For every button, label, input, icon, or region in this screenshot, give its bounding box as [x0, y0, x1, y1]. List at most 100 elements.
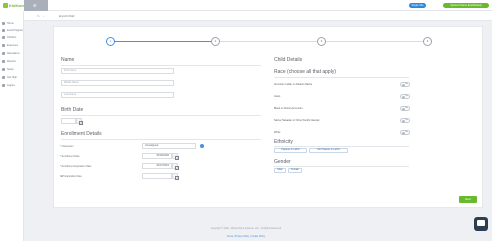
sidebar-item-food-program[interactable]: Food Program	[0, 27, 24, 34]
step-3[interactable]: 3	[317, 37, 326, 46]
child-details-title: Child Details	[274, 57, 303, 63]
sidebar-item-attendance[interactable]: Attendance	[0, 50, 24, 57]
sidebar-item-label: Food Program	[7, 29, 23, 32]
birth-date-field[interactable]	[61, 118, 76, 124]
race-toggle[interactable]: No	[400, 106, 410, 111]
sidebar-item-label: Expenses	[7, 44, 18, 47]
sidebar-item-label: Attendance	[7, 52, 20, 55]
enrollment-expiration-field[interactable]: 04/27/2021	[142, 163, 172, 169]
page-title: Enroll Child	[59, 14, 75, 18]
last-name-field[interactable]: Last Name	[61, 92, 174, 98]
stepper-line-3	[320, 41, 426, 42]
race-toggle[interactable]: No	[400, 130, 410, 135]
divider	[274, 146, 409, 147]
gender-female-button[interactable]: Female	[288, 168, 302, 173]
gear-icon: ⚙	[33, 3, 37, 8]
sidebar-item-expenses[interactable]: Expenses	[0, 42, 24, 49]
sidebar-item-label: Home	[7, 22, 14, 25]
toggle-label: No	[405, 119, 408, 121]
divider	[274, 166, 409, 167]
sidebar-item-home[interactable]: Home	[0, 20, 24, 27]
sidebar-item-label: Get Help	[7, 76, 17, 79]
calendar-icon[interactable]	[172, 163, 179, 170]
race-toggle[interactable]: No	[400, 94, 410, 99]
sidebar: Home Food Program Children Expenses Atte…	[0, 11, 24, 241]
race-option-label: American Indian or Alaskan Native	[274, 83, 313, 86]
menu-toggle-button[interactable]: ⚙	[24, 0, 48, 11]
calendar-icon[interactable]	[172, 153, 179, 160]
ethnicity-hispanic-button[interactable]: Hispanic or Latino	[274, 148, 307, 153]
breadcrumb-separator: ›	[43, 14, 44, 18]
gender-male-button[interactable]: Male	[274, 168, 286, 173]
race-option-label: Black or African American	[274, 107, 303, 110]
home-icon[interactable]: ⌂	[37, 14, 41, 18]
calendar-icon	[2, 52, 5, 55]
step-4[interactable]: 4	[423, 37, 432, 46]
help-icon	[2, 76, 5, 79]
enrollment-expiration-label: * Enrollment Expiration Date	[60, 165, 92, 168]
toggle-label: No	[405, 95, 408, 97]
sidebar-item-reports[interactable]: Reports	[0, 58, 24, 65]
enroll-child-card: 1 2 3 4 Name First Name Middle Name Last…	[53, 26, 483, 208]
children-icon	[2, 36, 5, 39]
race-option: White No	[274, 129, 414, 137]
race-option-label: White	[274, 131, 281, 134]
sidebar-item-label: Setup	[7, 68, 14, 71]
race-option: Asian No	[274, 93, 414, 101]
classroom-select[interactable]: Unassigned	[142, 143, 196, 149]
stepper-line-1	[112, 41, 217, 42]
sidebar-item-children[interactable]: Children	[0, 34, 24, 41]
enrollment-date-label: * Enrollment Date	[60, 155, 80, 158]
toggle-label: No	[405, 131, 408, 133]
sidebar-item-get-help[interactable]: Get Help	[0, 74, 24, 81]
enrollment-date-field[interactable]: 04/28/2020	[142, 153, 172, 159]
race-option: American Indian or Alaskan Native No	[274, 81, 414, 89]
step-1[interactable]: 1	[106, 37, 115, 46]
footer-links[interactable]: Terms | Privacy Policy | Cookie Policy	[0, 236, 492, 238]
divider	[274, 77, 409, 78]
kidkare-logo[interactable]: KidKare	[0, 0, 24, 11]
calendar-icon[interactable]	[76, 118, 83, 125]
footer-copyright: Copyright © 2020 - Minute Menu Systems, …	[210, 228, 282, 230]
toggle-label: No	[405, 107, 408, 109]
next-button[interactable]: Next	[459, 196, 477, 203]
race-option: Native Hawaiian or Other Pacific Islande…	[274, 117, 414, 125]
middle-name-field[interactable]: Middle Name	[61, 80, 174, 86]
info-icon[interactable]	[200, 144, 204, 148]
race-toggle[interactable]: No	[400, 118, 410, 123]
name-section-title: Name	[61, 57, 75, 63]
chat-icon[interactable]	[474, 217, 488, 231]
expenses-icon	[2, 44, 5, 47]
sidebar-item-label: Reports	[7, 60, 16, 63]
race-toggle[interactable]: No	[400, 82, 410, 87]
race-option-label: Asian	[274, 95, 281, 98]
user-account-pill[interactable]: Sponsor Name (Dashboard)	[443, 3, 489, 8]
sidebar-item-label: Children	[7, 36, 17, 39]
reports-icon	[2, 60, 5, 63]
calendar-icon[interactable]	[172, 173, 179, 180]
race-option-label: Native Hawaiian or Other Pacific Islande…	[274, 119, 320, 122]
first-name-field[interactable]: First Name	[61, 68, 174, 74]
home-icon	[2, 22, 5, 25]
ethnicity-title: Ethnicity	[274, 139, 293, 145]
sidebar-item-setup[interactable]: Setup	[0, 66, 24, 73]
step-2[interactable]: 2	[211, 37, 220, 46]
logout-icon	[2, 84, 5, 87]
ethnicity-not-hispanic-button[interactable]: Not Hispanic or Latino	[309, 148, 348, 153]
site-mode-pill[interactable]: Single Site	[409, 3, 426, 8]
iep-expiration-label: IEP Expiration Date	[60, 175, 82, 178]
iep-expiration-field[interactable]	[142, 173, 172, 179]
divider	[61, 139, 261, 140]
sidebar-item-label: Logout	[7, 84, 15, 87]
enrollment-details-title: Enrollment Details	[61, 131, 102, 137]
logo-icon	[3, 3, 8, 8]
sidebar-item-logout[interactable]: Logout	[0, 82, 24, 89]
toggle-label: No	[405, 83, 408, 85]
gender-title: Gender	[274, 159, 291, 165]
divider	[61, 65, 261, 66]
top-bar: KidKare ⚙ Single Site Sponsor Name (Dash…	[0, 0, 492, 11]
gear-icon	[2, 68, 5, 71]
divider	[61, 115, 261, 116]
race-option: Black or African American No	[274, 105, 414, 113]
food-icon	[2, 29, 5, 32]
